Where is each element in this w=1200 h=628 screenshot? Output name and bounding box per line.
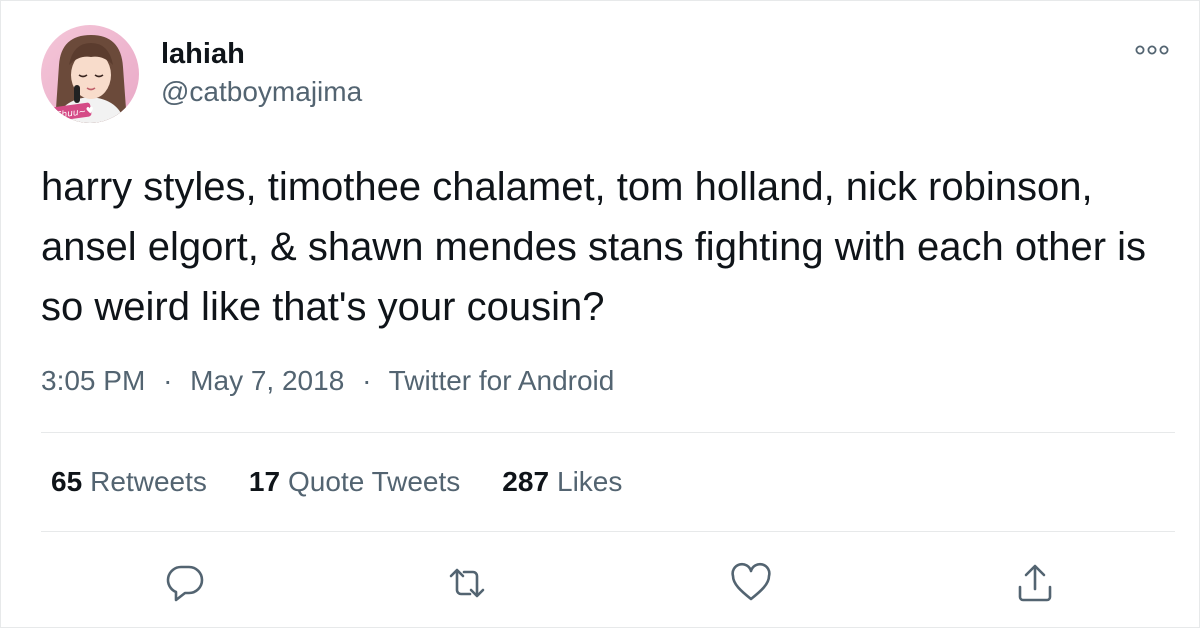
- share-icon[interactable]: [1011, 559, 1059, 607]
- meta-separator: ·: [163, 365, 173, 396]
- reply-icon[interactable]: [161, 559, 209, 607]
- tweet-source[interactable]: Twitter for Android: [389, 365, 615, 396]
- retweets-count: 65: [51, 466, 83, 497]
- divider: [41, 432, 1175, 433]
- user-handle[interactable]: @catboymajima: [161, 75, 362, 109]
- author-names: lahiah @catboymajima: [161, 37, 362, 109]
- tweet-card: Chuu~♥ lahiah @catboymajima harry styles…: [0, 0, 1200, 628]
- tweet-meta: 3:05 PM · May 7, 2018 · Twitter for Andr…: [41, 363, 614, 399]
- tweet-text: harry styles, timothee chalamet, tom hol…: [41, 165, 1147, 329]
- retweets-stat[interactable]: 65 Retweets: [51, 463, 207, 501]
- tweet-date[interactable]: May 7, 2018: [190, 365, 344, 396]
- quote-tweets-count: 17: [248, 466, 281, 497]
- tweet-time[interactable]: 3:05 PM: [41, 365, 145, 396]
- display-name[interactable]: lahiah: [161, 37, 362, 71]
- tweet-header: Chuu~♥ lahiah @catboymajima: [41, 25, 362, 123]
- likes-count: 287: [502, 466, 550, 497]
- heart-icon[interactable]: [727, 559, 775, 607]
- avatar[interactable]: Chuu~♥: [41, 25, 139, 123]
- retweet-icon[interactable]: [443, 559, 491, 607]
- retweets-label: Retweets: [90, 466, 207, 497]
- avatar-image: Chuu~♥: [41, 25, 139, 123]
- likes-label: Likes: [557, 466, 623, 497]
- quote-tweets-stat[interactable]: 17 Quote Tweets: [249, 463, 460, 501]
- tweet-actions: [1, 559, 1200, 607]
- more-icon[interactable]: [1131, 35, 1173, 65]
- likes-stat[interactable]: 287 Likes: [502, 463, 622, 501]
- divider: [41, 531, 1175, 532]
- meta-separator: ·: [362, 365, 372, 396]
- quote-tweets-label: Quote Tweets: [288, 466, 461, 497]
- tweet-stats: 65 Retweets 17 Quote Tweets 287 Likes: [51, 463, 664, 501]
